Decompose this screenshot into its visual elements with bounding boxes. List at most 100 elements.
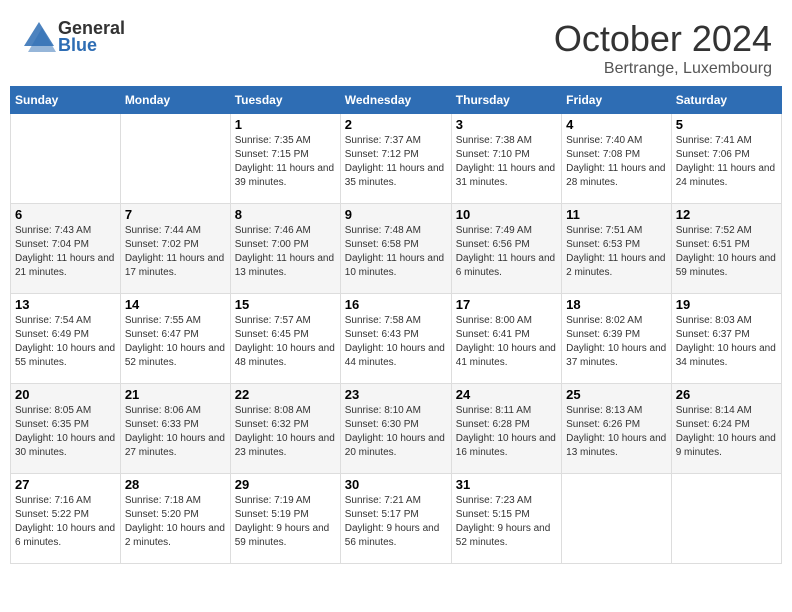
- day-number: 5: [676, 117, 777, 132]
- day-info: Sunrise: 7:46 AM Sunset: 7:00 PM Dayligh…: [235, 224, 336, 280]
- calendar-cell: 1 Sunrise: 7:35 AM Sunset: 7:15 PM Daylig…: [230, 114, 340, 204]
- logo-icon: [20, 18, 58, 56]
- day-number: 19: [676, 297, 777, 312]
- weekday-header-friday: Friday: [562, 87, 672, 114]
- day-info: Sunrise: 8:08 AM Sunset: 6:32 PM Dayligh…: [235, 404, 336, 460]
- weekday-header-thursday: Thursday: [451, 87, 561, 114]
- day-info: Sunrise: 7:48 AM Sunset: 6:58 PM Dayligh…: [345, 224, 447, 280]
- calendar-cell: 30 Sunrise: 7:21 AM Sunset: 5:17 PM Dayli…: [340, 474, 451, 564]
- day-info: Sunrise: 7:19 AM Sunset: 5:19 PM Dayligh…: [235, 494, 336, 550]
- day-number: 25: [566, 387, 667, 402]
- day-info: Sunrise: 7:54 AM Sunset: 6:49 PM Dayligh…: [15, 314, 116, 370]
- page-header: General Blue October 2024 Bertrange, Lux…: [10, 10, 782, 78]
- calendar-cell: [120, 114, 230, 204]
- day-info: Sunrise: 7:57 AM Sunset: 6:45 PM Dayligh…: [235, 314, 336, 370]
- title-area: October 2024 Bertrange, Luxembourg: [554, 18, 772, 78]
- calendar-week-row: 27 Sunrise: 7:16 AM Sunset: 5:22 PM Dayli…: [11, 474, 782, 564]
- day-info: Sunrise: 8:13 AM Sunset: 6:26 PM Dayligh…: [566, 404, 667, 460]
- calendar-cell: 29Sunrise: 7:19 AM Sunset: 5:19 PM Dayli…: [230, 474, 340, 564]
- calendar-cell: 8Sunrise: 7:46 AM Sunset: 7:00 PM Daylig…: [230, 204, 340, 294]
- day-number: 7: [125, 207, 226, 222]
- day-info: Sunrise: 7:16 AM Sunset: 5:22 PM Dayligh…: [15, 494, 116, 550]
- calendar-week-row: 1 Sunrise: 7:35 AM Sunset: 7:15 PM Daylig…: [11, 114, 782, 204]
- calendar-cell: 28 Sunrise: 7:18 AM Sunset: 5:20 PM Dayli…: [120, 474, 230, 564]
- calendar-header-row: SundayMondayTuesdayWednesdayThursdayFrid…: [11, 87, 782, 114]
- weekday-header-sunday: Sunday: [11, 87, 121, 114]
- day-number: 10: [456, 207, 557, 222]
- calendar-cell: 13 Sunrise: 7:54 AM Sunset: 6:49 PM Dayli…: [11, 294, 121, 384]
- calendar-cell: 2Sunrise: 7:37 AM Sunset: 7:12 PM Daylig…: [340, 114, 451, 204]
- weekday-header-monday: Monday: [120, 87, 230, 114]
- day-info: Sunrise: 7:55 AM Sunset: 6:47 PM Dayligh…: [125, 314, 226, 370]
- calendar-week-row: 20 Sunrise: 8:05 AM Sunset: 6:35 PM Dayli…: [11, 384, 782, 474]
- day-number: 2: [345, 117, 447, 132]
- day-number: 17: [456, 297, 557, 312]
- day-number: 13: [15, 297, 116, 312]
- day-info: Sunrise: 8:11 AM Sunset: 6:28 PM Dayligh…: [456, 404, 557, 460]
- day-number: 24: [456, 387, 557, 402]
- calendar-cell: 31Sunrise: 7:23 AM Sunset: 5:15 PM Dayli…: [451, 474, 561, 564]
- calendar-cell: 12Sunrise: 7:52 AM Sunset: 6:51 PM Dayli…: [671, 204, 781, 294]
- calendar-cell: 26Sunrise: 8:14 AM Sunset: 6:24 PM Dayli…: [671, 384, 781, 474]
- day-number: 1: [235, 117, 336, 132]
- calendar-cell: 22 Sunrise: 8:08 AM Sunset: 6:32 PM Dayli…: [230, 384, 340, 474]
- day-info: Sunrise: 8:00 AM Sunset: 6:41 PM Dayligh…: [456, 314, 557, 370]
- day-info: Sunrise: 8:10 AM Sunset: 6:30 PM Dayligh…: [345, 404, 447, 460]
- day-info: Sunrise: 8:05 AM Sunset: 6:35 PM Dayligh…: [15, 404, 116, 460]
- day-info: Sunrise: 7:44 AM Sunset: 7:02 PM Dayligh…: [125, 224, 226, 280]
- day-info: Sunrise: 7:35 AM Sunset: 7:15 PM Dayligh…: [235, 134, 336, 190]
- day-number: 22: [235, 387, 336, 402]
- calendar-cell: 3 Sunrise: 7:38 AM Sunset: 7:10 PM Daylig…: [451, 114, 561, 204]
- day-info: Sunrise: 8:14 AM Sunset: 6:24 PM Dayligh…: [676, 404, 777, 460]
- calendar-cell: 4 Sunrise: 7:40 AM Sunset: 7:08 PM Daylig…: [562, 114, 672, 204]
- logo: General Blue: [20, 18, 125, 56]
- calendar-week-row: 13 Sunrise: 7:54 AM Sunset: 6:49 PM Dayli…: [11, 294, 782, 384]
- day-info: Sunrise: 7:58 AM Sunset: 6:43 PM Dayligh…: [345, 314, 447, 370]
- month-title: October 2024: [554, 18, 772, 60]
- day-number: 27: [15, 477, 116, 492]
- calendar-cell: 27 Sunrise: 7:16 AM Sunset: 5:22 PM Dayli…: [11, 474, 121, 564]
- day-number: 18: [566, 297, 667, 312]
- weekday-header-wednesday: Wednesday: [340, 87, 451, 114]
- calendar-cell: 6 Sunrise: 7:43 AM Sunset: 7:04 PM Daylig…: [11, 204, 121, 294]
- calendar-cell: 20 Sunrise: 8:05 AM Sunset: 6:35 PM Dayli…: [11, 384, 121, 474]
- day-number: 31: [456, 477, 557, 492]
- day-number: 14: [125, 297, 226, 312]
- day-number: 12: [676, 207, 777, 222]
- calendar-cell: 19 Sunrise: 8:03 AM Sunset: 6:37 PM Dayli…: [671, 294, 781, 384]
- day-info: Sunrise: 7:40 AM Sunset: 7:08 PM Dayligh…: [566, 134, 667, 190]
- calendar-cell: 10 Sunrise: 7:49 AM Sunset: 6:56 PM Dayli…: [451, 204, 561, 294]
- day-info: Sunrise: 7:49 AM Sunset: 6:56 PM Dayligh…: [456, 224, 557, 280]
- day-info: Sunrise: 7:38 AM Sunset: 7:10 PM Dayligh…: [456, 134, 557, 190]
- day-number: 20: [15, 387, 116, 402]
- calendar-cell: [11, 114, 121, 204]
- calendar-cell: 18Sunrise: 8:02 AM Sunset: 6:39 PM Dayli…: [562, 294, 672, 384]
- day-number: 9: [345, 207, 447, 222]
- day-info: Sunrise: 7:18 AM Sunset: 5:20 PM Dayligh…: [125, 494, 226, 550]
- day-number: 4: [566, 117, 667, 132]
- calendar-cell: 9 Sunrise: 7:48 AM Sunset: 6:58 PM Daylig…: [340, 204, 451, 294]
- logo-text: General Blue: [58, 18, 125, 56]
- day-number: 30: [345, 477, 447, 492]
- calendar-cell: 7 Sunrise: 7:44 AM Sunset: 7:02 PM Daylig…: [120, 204, 230, 294]
- day-number: 11: [566, 207, 667, 222]
- day-info: Sunrise: 8:06 AM Sunset: 6:33 PM Dayligh…: [125, 404, 226, 460]
- calendar-table: SundayMondayTuesdayWednesdayThursdayFrid…: [10, 86, 782, 564]
- calendar-cell: 24 Sunrise: 8:11 AM Sunset: 6:28 PM Dayli…: [451, 384, 561, 474]
- day-info: Sunrise: 7:21 AM Sunset: 5:17 PM Dayligh…: [345, 494, 447, 550]
- weekday-header-saturday: Saturday: [671, 87, 781, 114]
- day-number: 3: [456, 117, 557, 132]
- calendar-cell: 17 Sunrise: 8:00 AM Sunset: 6:41 PM Dayli…: [451, 294, 561, 384]
- calendar-cell: 16 Sunrise: 7:58 AM Sunset: 6:43 PM Dayli…: [340, 294, 451, 384]
- calendar-cell: [562, 474, 672, 564]
- day-number: 28: [125, 477, 226, 492]
- day-info: Sunrise: 7:51 AM Sunset: 6:53 PM Dayligh…: [566, 224, 667, 280]
- day-number: 16: [345, 297, 447, 312]
- day-info: Sunrise: 7:43 AM Sunset: 7:04 PM Dayligh…: [15, 224, 116, 280]
- calendar-cell: 11 Sunrise: 7:51 AM Sunset: 6:53 PM Dayli…: [562, 204, 672, 294]
- day-number: 6: [15, 207, 116, 222]
- calendar-cell: 25 Sunrise: 8:13 AM Sunset: 6:26 PM Dayli…: [562, 384, 672, 474]
- day-info: Sunrise: 8:03 AM Sunset: 6:37 PM Dayligh…: [676, 314, 777, 370]
- calendar-cell: 21Sunrise: 8:06 AM Sunset: 6:33 PM Dayli…: [120, 384, 230, 474]
- calendar-cell: 15Sunrise: 7:57 AM Sunset: 6:45 PM Dayli…: [230, 294, 340, 384]
